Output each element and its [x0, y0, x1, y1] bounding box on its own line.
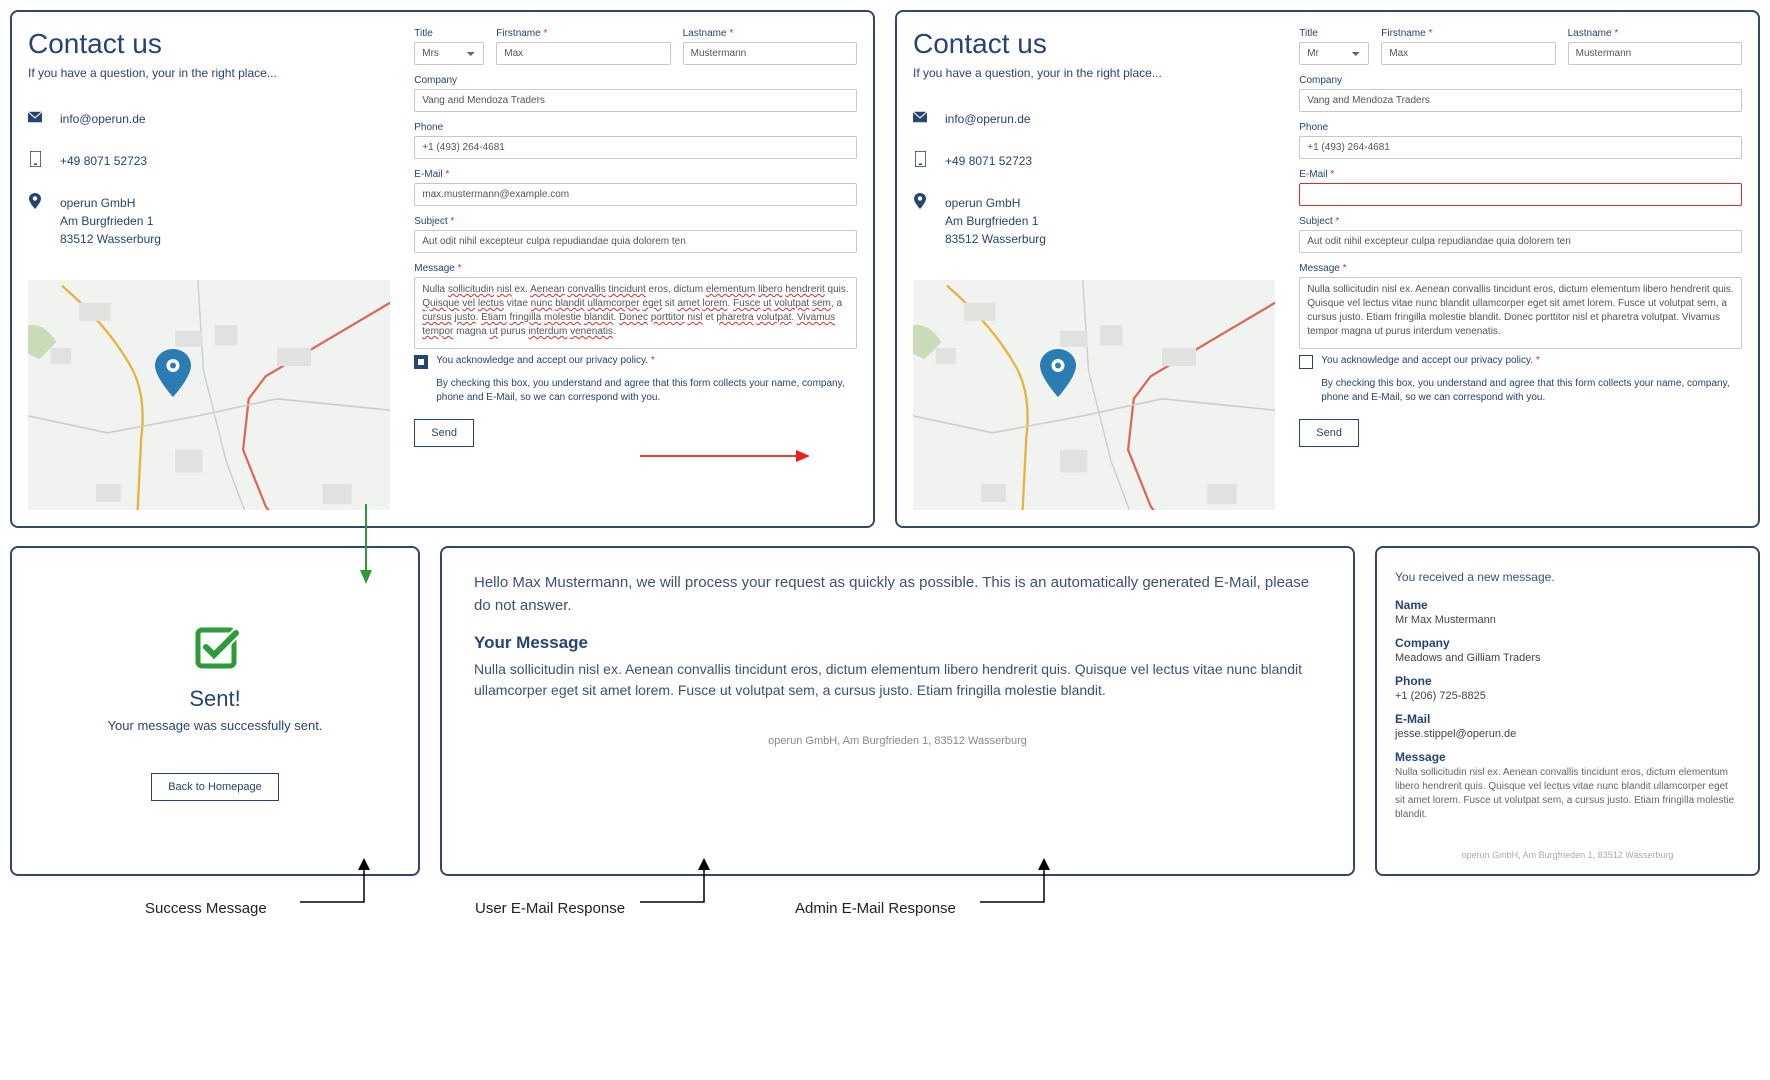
caption-admin: Admin E-Mail Response	[795, 900, 956, 917]
info-address: operun GmbH Am Burgfrieden 1 83512 Wasse…	[913, 194, 1275, 248]
info-phone: +49 8071 52723	[913, 152, 1275, 170]
label-title: Title	[414, 28, 484, 39]
subject-input[interactable]	[1299, 230, 1742, 253]
subtitle: If you have a question, your in the righ…	[28, 66, 390, 80]
success-panel: Sent! Your message was successfully sent…	[10, 546, 420, 876]
user-email-footer: operun GmbH, Am Burgfrieden 1, 83512 Was…	[456, 735, 1339, 747]
privacy-help: By checking this box, you understand and…	[436, 377, 857, 405]
subtitle: If you have a question, your in the righ…	[913, 66, 1275, 80]
email-input-error[interactable]	[1299, 183, 1742, 206]
lastname-input[interactable]	[683, 42, 857, 65]
privacy-checkbox-row[interactable]: You acknowledge and accept our privacy p…	[414, 355, 857, 369]
admin-email-label: E-Mail	[1395, 712, 1740, 726]
admin-name: Mr Max Mustermann	[1395, 614, 1740, 626]
page-title: Contact us	[913, 28, 1275, 60]
map[interactable]	[913, 280, 1275, 510]
info-email-text: info@operun.de	[60, 110, 146, 128]
user-email-heading: Your Message	[474, 633, 1321, 653]
admin-email-panel: You received a new message. Name Mr Max …	[1375, 546, 1760, 876]
arrow-red-icon	[640, 446, 810, 466]
admin-phone-label: Phone	[1395, 674, 1740, 688]
label-message: Message *	[414, 263, 857, 274]
info-email: info@operun.de	[913, 110, 1275, 128]
label-phone: Phone	[414, 122, 857, 133]
caption-user: User E-Mail Response	[475, 900, 625, 917]
title-select[interactable]: Mrs	[414, 42, 484, 65]
map-background	[28, 280, 390, 510]
contact-form-panel-b: Contact us If you have a question, your …	[895, 10, 1760, 528]
arrow-green-icon	[356, 504, 376, 584]
form-fields: Title Mr Firstname * Lastname * Company …	[1299, 28, 1742, 510]
left-column: Contact us If you have a question, your …	[913, 28, 1275, 510]
message-textarea[interactable]: Nulla sollicitudin nisl ex. Aenean conva…	[1299, 277, 1742, 349]
label-firstname: Firstname *	[496, 28, 670, 39]
privacy-checkbox[interactable]	[414, 355, 428, 369]
sent-text: Your message was successfully sent.	[108, 718, 323, 733]
admin-company: Meadows and Gilliam Traders	[1395, 652, 1740, 664]
info-phone-text: +49 8071 52723	[60, 152, 147, 170]
privacy-checkbox-row[interactable]: You acknowledge and accept our privacy p…	[1299, 355, 1742, 369]
user-email-greeting: Hello Max Mustermann, we will process yo…	[474, 572, 1321, 617]
send-button[interactable]: Send	[414, 419, 474, 447]
label-email: E-Mail *	[414, 169, 857, 180]
title-select[interactable]: Mr	[1299, 42, 1369, 65]
user-email-panel: Hello Max Mustermann, we will process yo…	[440, 546, 1355, 876]
label-company: Company	[414, 75, 857, 86]
admin-top: You received a new message.	[1395, 570, 1740, 584]
back-home-button[interactable]: Back to Homepage	[151, 773, 279, 801]
email-input[interactable]	[414, 183, 857, 206]
envelope-icon	[913, 110, 927, 124]
envelope-icon	[28, 110, 42, 124]
pin-icon	[913, 194, 927, 208]
captions-row: Success Message User E-Mail Response Adm…	[10, 878, 1760, 938]
message-textarea[interactable]: Nulla sollicitudin nisl ex. Aenean conva…	[414, 277, 857, 349]
phone-input[interactable]	[1299, 136, 1742, 159]
label-lastname: Lastname *	[683, 28, 857, 39]
phone-input[interactable]	[414, 136, 857, 159]
admin-email-footer: operun GmbH, Am Burgfrieden 1, 83512 Was…	[1391, 850, 1744, 860]
phone-icon	[28, 152, 42, 166]
map-marker-icon	[1040, 349, 1076, 397]
firstname-input[interactable]	[1381, 42, 1555, 65]
firstname-input[interactable]	[496, 42, 670, 65]
page-title: Contact us	[28, 28, 390, 60]
arrow-up-icon	[640, 858, 720, 908]
map[interactable]	[28, 280, 390, 510]
form-fields: Title Mrs Firstname * Lastname * Company…	[414, 28, 857, 510]
lastname-input[interactable]	[1568, 42, 1742, 65]
map-background	[913, 280, 1275, 510]
privacy-label: You acknowledge and accept our privacy p…	[436, 355, 654, 366]
subject-input[interactable]	[414, 230, 857, 253]
arrow-up-icon	[980, 858, 1060, 908]
arrow-up-icon	[300, 858, 380, 908]
send-button[interactable]: Send	[1299, 419, 1359, 447]
label-subject: Subject *	[414, 216, 857, 227]
user-email-body: Nulla sollicitudin nisl ex. Aenean conva…	[474, 659, 1321, 701]
sent-title: Sent!	[189, 686, 240, 712]
admin-email: jesse.stippel@operun.de	[1395, 728, 1740, 740]
admin-message-label: Message	[1395, 750, 1740, 764]
info-address: operun GmbH Am Burgfrieden 1 83512 Wasse…	[28, 194, 390, 248]
phone-icon	[913, 152, 927, 166]
map-marker-icon	[155, 349, 191, 397]
admin-name-label: Name	[1395, 598, 1740, 612]
admin-message: Nulla sollicitudin nisl ex. Aenean conva…	[1395, 766, 1740, 822]
admin-phone: +1 (206) 725-8825	[1395, 690, 1740, 702]
company-input[interactable]	[414, 89, 857, 112]
info-email: info@operun.de	[28, 110, 390, 128]
info-address-text: operun GmbH Am Burgfrieden 1 83512 Wasse…	[60, 194, 161, 248]
bottom-row: Sent! Your message was successfully sent…	[10, 546, 1760, 876]
company-input[interactable]	[1299, 89, 1742, 112]
left-column: Contact us If you have a question, your …	[28, 28, 390, 510]
check-circle-icon	[190, 622, 240, 672]
info-phone: +49 8071 52723	[28, 152, 390, 170]
admin-company-label: Company	[1395, 636, 1740, 650]
caption-success: Success Message	[145, 900, 267, 917]
pin-icon	[28, 194, 42, 208]
top-row: Contact us If you have a question, your …	[10, 10, 1760, 528]
privacy-checkbox[interactable]	[1299, 355, 1313, 369]
